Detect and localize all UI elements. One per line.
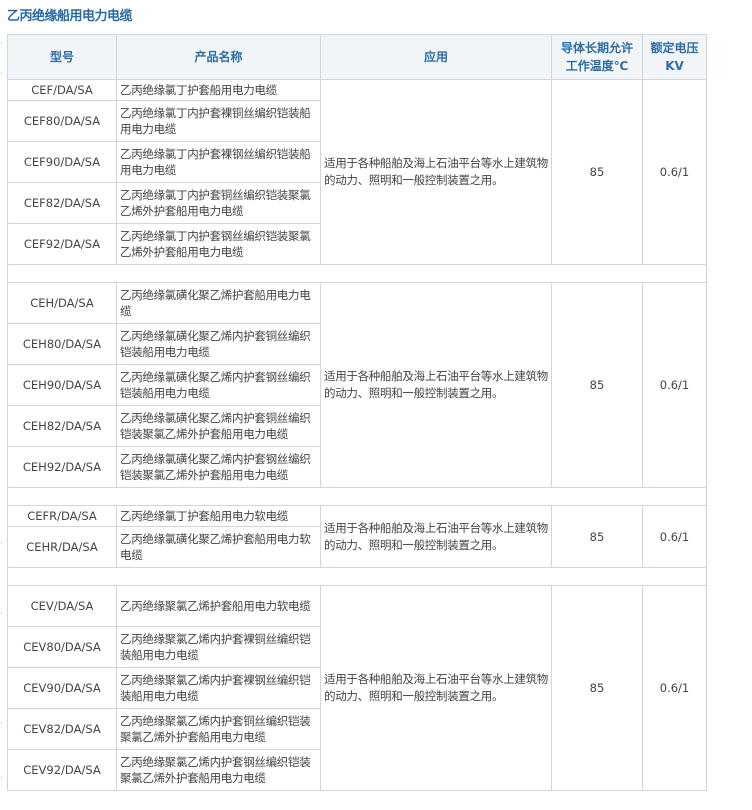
cell-application: 适用于各种船舶及海上石油平台等水上建筑物的动力、照明和一般控制装置之用。 bbox=[320, 282, 552, 488]
cell-product-name: 乙丙绝缘聚氯乙烯内护套裸铜丝编织铠装船用电力电缆 bbox=[116, 626, 321, 668]
table-row: CEFR/DA/SA 乙丙绝缘氯丁护套船用电力软电缆 适用于各种船舶及海上石油平台等… bbox=[7, 505, 707, 568]
group-separator bbox=[7, 264, 707, 283]
table-body: CEF/DA/SA 乙丙绝缘氯丁护套船用电力电缆 适用于各种船舶及海上石油平台等水上… bbox=[7, 79, 707, 791]
header-voltage: 额定电压 KV bbox=[642, 34, 707, 80]
table-row: CEV/DA/SA 乙丙绝缘聚氯乙烯护套船用电力软电缆 适用于各种船舶及海上石油平台… bbox=[7, 585, 707, 791]
header-application: 应用 bbox=[320, 34, 552, 80]
cell-model: CEHR/DA/SA bbox=[7, 526, 117, 568]
cell-application: 适用于各种船舶及海上石油平台等水上建筑物的动力、照明和一般控制装置之用。 bbox=[320, 79, 552, 265]
cell-model: CEH80/DA/SA bbox=[7, 323, 117, 365]
cell-product-name: 乙丙绝缘氯丁内护套钢丝编织铠装聚氯乙烯外护套船用电力电缆 bbox=[116, 223, 321, 265]
group-separator-row bbox=[7, 567, 707, 586]
cable-spec-table: 型号 产品名称 应用 导体长期允许 工作温度℃ 额定电压 KV CEF/DA/S… bbox=[7, 34, 707, 791]
cell-product-name: 乙丙绝缘聚氯乙烯内护套裸钢丝编织铠装船用电力电缆 bbox=[116, 667, 321, 709]
cell-model: CEF92/DA/SA bbox=[7, 223, 117, 265]
cell-model: CEH92/DA/SA bbox=[7, 446, 117, 488]
cell-product-name: 乙丙绝缘氯磺化聚乙烯护套船用电力电缆 bbox=[116, 282, 321, 324]
cell-voltage: 0.6/1 bbox=[642, 79, 707, 265]
cell-model: CEH/DA/SA bbox=[7, 282, 117, 324]
cell-voltage: 0.6/1 bbox=[642, 505, 707, 568]
header-voltage-line-1: 额定电压 bbox=[650, 41, 699, 55]
cell-product-name: 乙丙绝缘氯磺化聚乙烯内护套钢丝编织铠装船用电力电缆 bbox=[116, 364, 321, 406]
cell-product-name: 乙丙绝缘氯丁护套船用电力电缆 bbox=[116, 79, 321, 101]
group-separator-row bbox=[7, 264, 707, 283]
cell-model: CEH90/DA/SA bbox=[7, 364, 117, 406]
cell-product-name: 乙丙绝缘氯磺化聚乙烯内护套铜丝编织铠装聚氯乙烯外护套船用电力电缆 bbox=[116, 405, 321, 447]
cell-voltage: 0.6/1 bbox=[642, 282, 707, 488]
header-voltage-line-2: KV bbox=[665, 59, 684, 73]
cell-product-name: 乙丙绝缘聚氯乙烯内护套钢丝编织铠装聚氯乙烯外护套船用电力电缆 bbox=[116, 749, 321, 791]
header-temperature: 导体长期允许 工作温度℃ bbox=[551, 34, 643, 80]
cell-temperature: 85 bbox=[551, 282, 643, 488]
cell-model: CEV80/DA/SA bbox=[7, 626, 117, 668]
table-row: CEH/DA/SA 乙丙绝缘氯磺化聚乙烯护套船用电力电缆 适用于各种船舶及海上石油平… bbox=[7, 282, 707, 488]
header-temperature-line-2: 工作温度℃ bbox=[565, 59, 629, 73]
cell-product-name: 乙丙绝缘聚氯乙烯护套船用电力软电缆 bbox=[116, 585, 321, 627]
cell-model: CEV/DA/SA bbox=[7, 585, 117, 627]
cell-product-name: 乙丙绝缘氯丁护套船用电力软电缆 bbox=[116, 505, 321, 527]
cell-model: CEH82/DA/SA bbox=[7, 405, 117, 447]
cell-product-name: 乙丙绝缘氯丁内护套裸铜丝编织铠装船用电力电缆 bbox=[116, 100, 321, 142]
cell-application: 适用于各种船舶及海上石油平台等水上建筑物的动力、照明和一般控制装置之用。 bbox=[320, 505, 552, 568]
cell-application: 适用于各种船舶及海上石油平台等水上建筑物的动力、照明和一般控制装置之用。 bbox=[320, 585, 552, 791]
cell-model: CEV90/DA/SA bbox=[7, 667, 117, 709]
header-temperature-line-1: 导体长期允许 bbox=[560, 41, 633, 55]
cell-product-name: 乙丙绝缘氯磺化聚乙烯内护套铜丝编织铠装船用电力电缆 bbox=[116, 323, 321, 365]
cell-model: CEF80/DA/SA bbox=[7, 100, 117, 142]
page-title: 乙丙绝缘船用电力电缆 bbox=[7, 9, 133, 24]
cell-model: CEF90/DA/SA bbox=[7, 141, 117, 183]
cell-voltage: 0.6/1 bbox=[642, 585, 707, 791]
group-separator-row bbox=[7, 487, 707, 506]
cell-temperature: 85 bbox=[551, 505, 643, 568]
cell-product-name: 乙丙绝缘氯磺化聚乙烯内护套钢丝编织铠装聚氯乙烯外护套船用电力电缆 bbox=[116, 446, 321, 488]
left-edge-decoration: · · · · · · bbox=[0, 39, 3, 783]
cell-product-name: 乙丙绝缘聚氯乙烯内护套铜丝编织铠装聚氯乙烯外护套船用电力电缆 bbox=[116, 708, 321, 750]
cell-product-name: 乙丙绝缘氯丁内护套铜丝编织铠装聚氯乙烯外护套船用电力电缆 bbox=[116, 182, 321, 224]
cell-model: CEF/DA/SA bbox=[7, 79, 117, 101]
cell-model: CEV82/DA/SA bbox=[7, 708, 117, 750]
header-model: 型号 bbox=[7, 34, 117, 80]
cell-model: CEV92/DA/SA bbox=[7, 749, 117, 791]
cell-product-name: 乙丙绝缘氯丁内护套裸钢丝编织铠装船用电力电缆 bbox=[116, 141, 321, 183]
header-product-name: 产品名称 bbox=[116, 34, 321, 80]
group-separator bbox=[7, 487, 707, 506]
cell-temperature: 85 bbox=[551, 79, 643, 265]
group-separator bbox=[7, 567, 707, 586]
cell-model: CEFR/DA/SA bbox=[7, 505, 117, 527]
cell-product-name: 乙丙绝缘氯磺化聚乙烯护套船用电力软电缆 bbox=[116, 526, 321, 568]
cell-model: CEF82/DA/SA bbox=[7, 182, 117, 224]
table-header-row: 型号 产品名称 应用 导体长期允许 工作温度℃ 额定电压 KV bbox=[7, 34, 707, 80]
cell-temperature: 85 bbox=[551, 585, 643, 791]
table-row: CEF/DA/SA 乙丙绝缘氯丁护套船用电力电缆 适用于各种船舶及海上石油平台等水上… bbox=[7, 79, 707, 265]
